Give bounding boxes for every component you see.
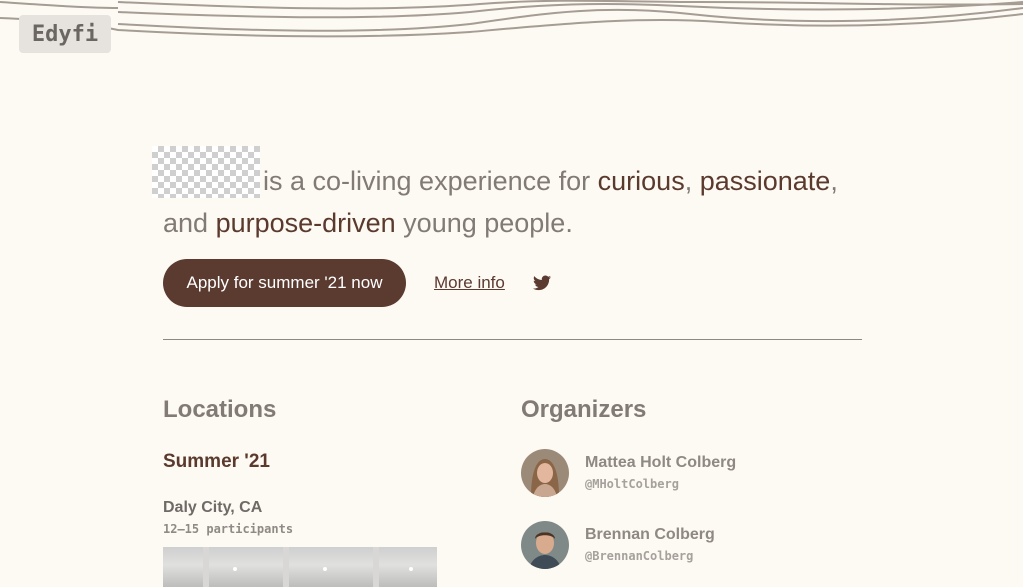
hero-text: is a co-living experience for (263, 166, 598, 196)
more-info-link[interactable]: More info (434, 273, 505, 293)
hero-highlight: curious (597, 166, 685, 196)
organizer-name: Mattea Holt Colberg (585, 454, 737, 471)
participants-count: 12–15 participants (163, 522, 294, 536)
avatar (521, 521, 569, 569)
season-label: Summer '21 (163, 451, 270, 472)
brand-image-placeholder (152, 146, 260, 198)
hero-text: young people. (395, 208, 573, 238)
cta-row: Apply for summer '21 now More info (163, 259, 551, 307)
organizer-name: Brennan Colberg (585, 526, 715, 543)
hero-highlight: passionate (699, 166, 831, 196)
hero: is a co-living experience for curious, p… (152, 146, 863, 244)
decorative-waves (0, 0, 1023, 38)
location-city: Daly City, CA (163, 499, 263, 516)
organizers-heading: Organizers (521, 396, 647, 423)
location-photo (163, 547, 437, 587)
hero-tagline: is a co-living experience for curious, p… (152, 146, 863, 244)
organizer-handle[interactable]: @MHoltColberg (585, 477, 679, 491)
apply-button[interactable]: Apply for summer '21 now (163, 259, 406, 307)
organizer-card[interactable]: Brennan Colberg @BrennanColberg (521, 521, 821, 569)
hero-text: , (684, 166, 700, 196)
logo[interactable]: Edyfi (19, 15, 111, 53)
avatar (521, 449, 569, 497)
section-divider (163, 339, 862, 340)
organizer-card[interactable]: Mattea Holt Colberg @MHoltColberg (521, 449, 821, 497)
organizer-handle[interactable]: @BrennanColberg (585, 549, 693, 563)
twitter-icon[interactable] (532, 275, 551, 291)
locations-heading: Locations (163, 396, 277, 423)
hero-highlight: purpose-driven (215, 208, 396, 238)
